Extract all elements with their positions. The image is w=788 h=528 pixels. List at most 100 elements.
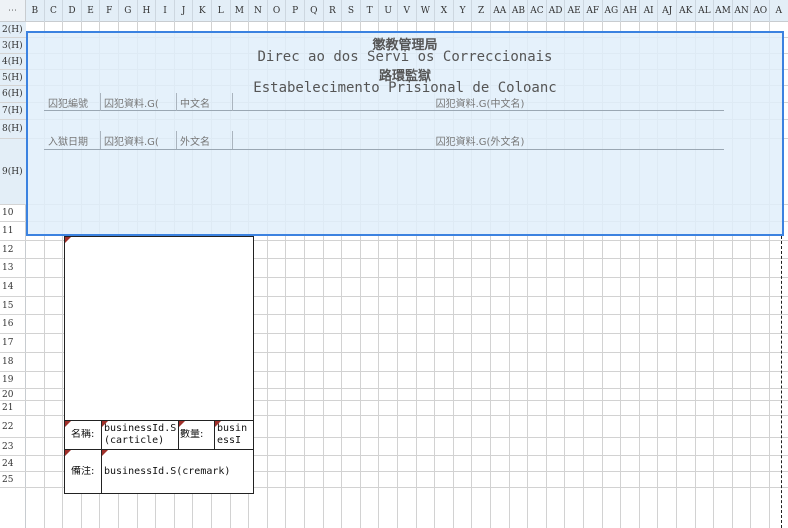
column-header[interactable]: J (175, 0, 194, 22)
column-header[interactable]: X (435, 0, 454, 22)
column-header[interactable]: E (82, 0, 101, 22)
select-all-corner[interactable]: ⋯ (0, 0, 26, 22)
remark-field[interactable]: businessId.S(cremark) (104, 466, 252, 478)
column-header[interactable]: N (249, 0, 268, 22)
column-header[interactable]: O (268, 0, 287, 22)
row-header[interactable]: 3(H) (0, 38, 26, 54)
column-header[interactable]: AO (751, 0, 770, 22)
row-header[interactable]: 9(H) (0, 139, 26, 205)
column-header[interactable]: T (361, 0, 380, 22)
row-header[interactable]: 18 (0, 353, 26, 372)
column-header[interactable]: L (212, 0, 231, 22)
chinese-name-label: 中文名 (180, 99, 210, 110)
column-header[interactable]: Y (454, 0, 473, 22)
row-header[interactable]: 19 (0, 372, 26, 389)
column-header[interactable]: V (398, 0, 417, 22)
column-header[interactable]: AJ (658, 0, 677, 22)
column-header[interactable]: I (156, 0, 175, 22)
prisoner-id-label: 囚犯編號 (48, 99, 88, 110)
column-header[interactable]: AK (677, 0, 696, 22)
row-header[interactable]: 13 (0, 259, 26, 278)
row-header[interactable]: 6(H) (0, 86, 26, 103)
column-header[interactable]: G (119, 0, 138, 22)
column-header[interactable]: M (231, 0, 250, 22)
row-header[interactable]: 14 (0, 278, 26, 297)
column-header[interactable]: A (770, 0, 788, 22)
row-header[interactable]: 16 (0, 315, 26, 334)
admission-date-field[interactable]: 囚犯資料.G( (104, 133, 176, 148)
row-header[interactable]: 20 (0, 389, 26, 401)
column-header[interactable]: P (286, 0, 305, 22)
row-header[interactable]: 10 (0, 205, 26, 222)
comment-marker-icon[interactable] (102, 450, 108, 456)
prisoner-id-field[interactable]: 囚犯資料.G( (104, 95, 176, 110)
column-header[interactable]: K (193, 0, 212, 22)
row-header[interactable]: 25 (0, 472, 26, 488)
comment-marker-icon[interactable] (65, 450, 71, 456)
item-label-card[interactable]: 名稱: businessId.S(carticle) 數量: businessI… (64, 236, 254, 494)
comment-marker-icon[interactable] (65, 421, 71, 427)
column-header[interactable]: AG (603, 0, 622, 22)
column-header[interactable]: AC (528, 0, 547, 22)
header-subtitle-pt: Estabelecimento Prisional de Coloanc (253, 80, 557, 96)
foreign-name-field[interactable]: 囚犯資料.G(外文名) (236, 133, 724, 148)
chinese-name-field[interactable]: 囚犯資料.G(中文名) (236, 95, 724, 110)
name-field[interactable]: businessId.S(carticle) (104, 423, 178, 449)
row-header[interactable]: 11 (0, 222, 26, 241)
column-header[interactable]: AE (565, 0, 584, 22)
admission-date-label: 入獄日期 (48, 137, 88, 148)
comment-marker-icon[interactable] (65, 237, 71, 243)
column-header[interactable]: AD (547, 0, 566, 22)
quantity-field[interactable]: businessI (217, 423, 251, 449)
row8-divider (176, 131, 177, 149)
card-divider (65, 449, 253, 450)
row8-divider (100, 131, 101, 149)
column-header[interactable]: C (45, 0, 64, 22)
comment-marker-icon[interactable] (102, 421, 108, 427)
card-divider (65, 420, 253, 421)
comment-marker-icon[interactable] (179, 421, 185, 427)
row-header[interactable]: 21 (0, 401, 26, 416)
row-header[interactable]: 7(H) (0, 103, 26, 120)
page-header-band[interactable]: 懲教管理局 Direc ao dos Servi os Correccionai… (26, 31, 784, 236)
row-header-bar: 2(H) 3(H) 4(H) 5(H) 6(H) 7(H) 8(H) 9(H) 10 11 12 13… (0, 22, 26, 528)
row8-divider (232, 131, 233, 149)
column-header[interactable]: S (342, 0, 361, 22)
row-header[interactable]: 8(H) (0, 120, 26, 139)
row6-divider (176, 93, 177, 111)
column-header[interactable]: AN (733, 0, 752, 22)
row-header[interactable]: 22 (0, 416, 26, 438)
column-header[interactable]: AL (696, 0, 715, 22)
column-header[interactable]: AI (640, 0, 659, 22)
column-header[interactable]: AB (510, 0, 529, 22)
column-header[interactable]: AA (491, 0, 510, 22)
column-header[interactable]: AF (584, 0, 603, 22)
row-header[interactable]: 24 (0, 456, 26, 472)
remark-label: 備注: (71, 466, 95, 477)
name-label: 名稱: (71, 429, 95, 440)
column-header[interactable]: AH (621, 0, 640, 22)
row-header[interactable]: 5(H) (0, 70, 26, 86)
column-header[interactable]: H (138, 0, 157, 22)
row-header[interactable]: 23 (0, 438, 26, 456)
column-header[interactable]: D (63, 0, 82, 22)
column-header[interactable]: Q (305, 0, 324, 22)
row-header[interactable]: 17 (0, 334, 26, 353)
comment-marker-icon[interactable] (215, 421, 221, 427)
header-title-pt: Direc ao dos Servi os Correccionais (257, 49, 553, 65)
quantity-label: 數量: (180, 429, 204, 440)
row-header[interactable]: 12 (0, 241, 26, 259)
column-header[interactable]: R (324, 0, 343, 22)
column-header[interactable]: F (100, 0, 119, 22)
row-header[interactable]: 2(H) (0, 22, 26, 38)
column-header[interactable]: B (26, 0, 45, 22)
row6-divider (232, 93, 233, 111)
column-header[interactable]: U (379, 0, 398, 22)
row6-divider (100, 93, 101, 111)
row-header[interactable]: 4(H) (0, 54, 26, 70)
column-header[interactable]: Z (472, 0, 491, 22)
spreadsheet-canvas[interactable]: ⋯ B C D E F G H I J K L M N O P Q R S T U V W X Y Z AA AB AC AD AE AF A… (0, 0, 788, 528)
column-header[interactable]: W (417, 0, 436, 22)
row-header[interactable]: 15 (0, 297, 26, 315)
column-header[interactable]: AM (714, 0, 733, 22)
